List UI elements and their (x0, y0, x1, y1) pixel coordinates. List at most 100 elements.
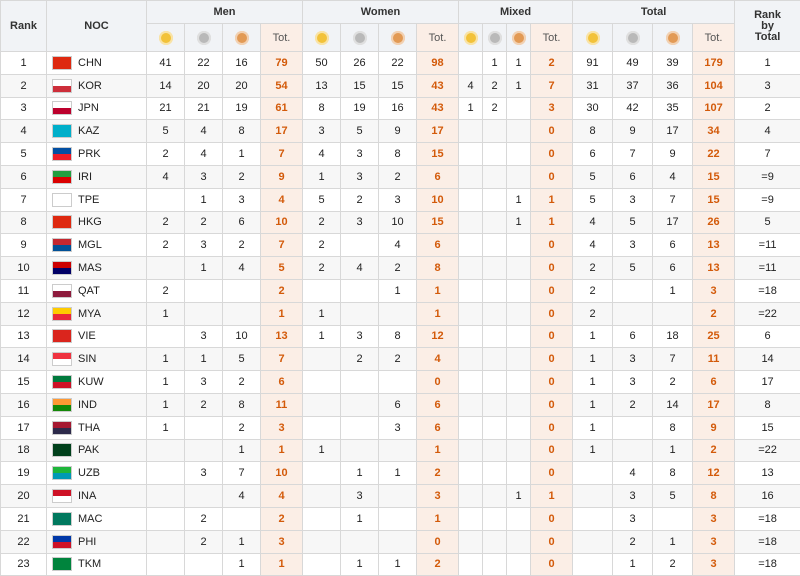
rank-by-total-cell: =9 (735, 165, 800, 188)
total-tot-cell: 26 (693, 211, 735, 234)
total-gold-cell (573, 462, 613, 485)
women-tot-cell: 6 (417, 393, 459, 416)
mixed-gold-cell (459, 143, 483, 166)
noc-cell: KAZ (47, 120, 147, 143)
total-gold-cell: 4 (573, 211, 613, 234)
total-bronze-cell: 6 (653, 234, 693, 257)
women-bronze-col-header (379, 24, 417, 52)
noc-cell: MAC (47, 507, 147, 530)
women-silver-cell: 26 (341, 52, 379, 75)
total-tot-cell: 8 (693, 485, 735, 508)
rank-cell: 2 (1, 74, 47, 97)
women-bronze-cell: 9 (379, 120, 417, 143)
mixed-bronze-cell (507, 165, 531, 188)
men-bronze-cell: 10 (223, 325, 261, 348)
men-silver-cell: 21 (185, 97, 223, 120)
bronze-medal-icon (235, 31, 249, 45)
total-bronze-cell: 2 (653, 553, 693, 576)
men-silver-cell (185, 485, 223, 508)
mixed-silver-cell (483, 302, 507, 325)
flag-icon (52, 193, 72, 207)
mixed-silver-cell (483, 530, 507, 553)
men-silver-cell: 1 (185, 188, 223, 211)
mixed-tot-cell: 2 (531, 52, 573, 75)
table-row: 15KUW132600132617 (1, 371, 800, 394)
noc-code: MAC (78, 513, 102, 525)
rank-by-total-cell: =9 (735, 188, 800, 211)
women-tot-cell: 8 (417, 257, 459, 280)
men-silver-cell (185, 553, 223, 576)
rank-cell: 11 (1, 279, 47, 302)
silver-medal-icon (353, 31, 367, 45)
men-silver-cell: 3 (185, 165, 223, 188)
mixed-bronze-cell (507, 553, 531, 576)
men-bronze-col-header (223, 24, 261, 52)
men-silver-cell: 20 (185, 74, 223, 97)
women-bronze-cell: 8 (379, 143, 417, 166)
table-row: 11QAT22110213=18 (1, 279, 800, 302)
mixed-silver-cell (483, 439, 507, 462)
men-silver-cell (185, 439, 223, 462)
women-tot-cell: 3 (417, 485, 459, 508)
women-bronze-cell (379, 439, 417, 462)
mixed-bronze-cell (507, 507, 531, 530)
men-tot-cell: 79 (261, 52, 303, 75)
men-gold-cell: 4 (147, 165, 185, 188)
noc-cell: PRK (47, 143, 147, 166)
mixed-bronze-cell (507, 325, 531, 348)
women-bronze-cell: 1 (379, 279, 417, 302)
mixed-tot-cell: 1 (531, 188, 573, 211)
rank-header: Rank (1, 1, 47, 52)
men-gold-cell (147, 188, 185, 211)
women-silver-cell (341, 371, 379, 394)
noc-cell: VIE (47, 325, 147, 348)
women-tot-cell: 2 (417, 462, 459, 485)
noc-cell: TPE (47, 188, 147, 211)
mixed-bronze-cell: 1 (507, 485, 531, 508)
rank-cell: 8 (1, 211, 47, 234)
women-silver-cell (341, 416, 379, 439)
mixed-gold-cell (459, 553, 483, 576)
total-silver-cell: 3 (613, 485, 653, 508)
silver-medal-icon (197, 31, 211, 45)
table-row: 2KOR142020541315154342173137361043 (1, 74, 800, 97)
table-row: 9MGL2327246043613=11 (1, 234, 800, 257)
mixed-bronze-cell (507, 143, 531, 166)
mixed-gold-cell (459, 211, 483, 234)
women-gold-cell: 2 (303, 234, 341, 257)
mixed-tot-cell: 0 (531, 530, 573, 553)
mixed-tot-cell: 0 (531, 143, 573, 166)
total-gold-cell: 91 (573, 52, 613, 75)
noc-code: THA (78, 422, 100, 434)
total-tot-cell: 34 (693, 120, 735, 143)
mixed-gold-cell (459, 348, 483, 371)
mixed-silver-cell (483, 485, 507, 508)
mixed-silver-cell (483, 257, 507, 280)
men-tot-cell: 6 (261, 371, 303, 394)
total-gold-cell (573, 485, 613, 508)
rank-by-total-header: Rank by Total (735, 1, 800, 52)
women-gold-col-header (303, 24, 341, 52)
table-row: 6IRI43291326056415=9 (1, 165, 800, 188)
table-row: 21MAC2211033=18 (1, 507, 800, 530)
mixed-gold-cell (459, 371, 483, 394)
men-silver-cell (185, 416, 223, 439)
flag-icon (52, 466, 72, 480)
table-row: 4KAZ548173591708917344 (1, 120, 800, 143)
mixed-gold-cell (459, 52, 483, 75)
men-silver-cell: 3 (185, 234, 223, 257)
men-bronze-cell: 5 (223, 348, 261, 371)
table-row: 1CHN41221679502622981129149391791 (1, 52, 800, 75)
men-gold-cell: 5 (147, 120, 185, 143)
mixed-gold-cell (459, 530, 483, 553)
table-row: 17THA12336018915 (1, 416, 800, 439)
total-bronze-cell: 1 (653, 530, 693, 553)
women-gold-cell: 1 (303, 325, 341, 348)
total-gold-cell: 1 (573, 393, 613, 416)
total-silver-cell: 3 (613, 371, 653, 394)
women-gold-cell (303, 416, 341, 439)
men-tot-cell: 17 (261, 120, 303, 143)
rank-cell: 5 (1, 143, 47, 166)
table-row: 7TPE134523101153715=9 (1, 188, 800, 211)
mixed-gold-cell (459, 325, 483, 348)
